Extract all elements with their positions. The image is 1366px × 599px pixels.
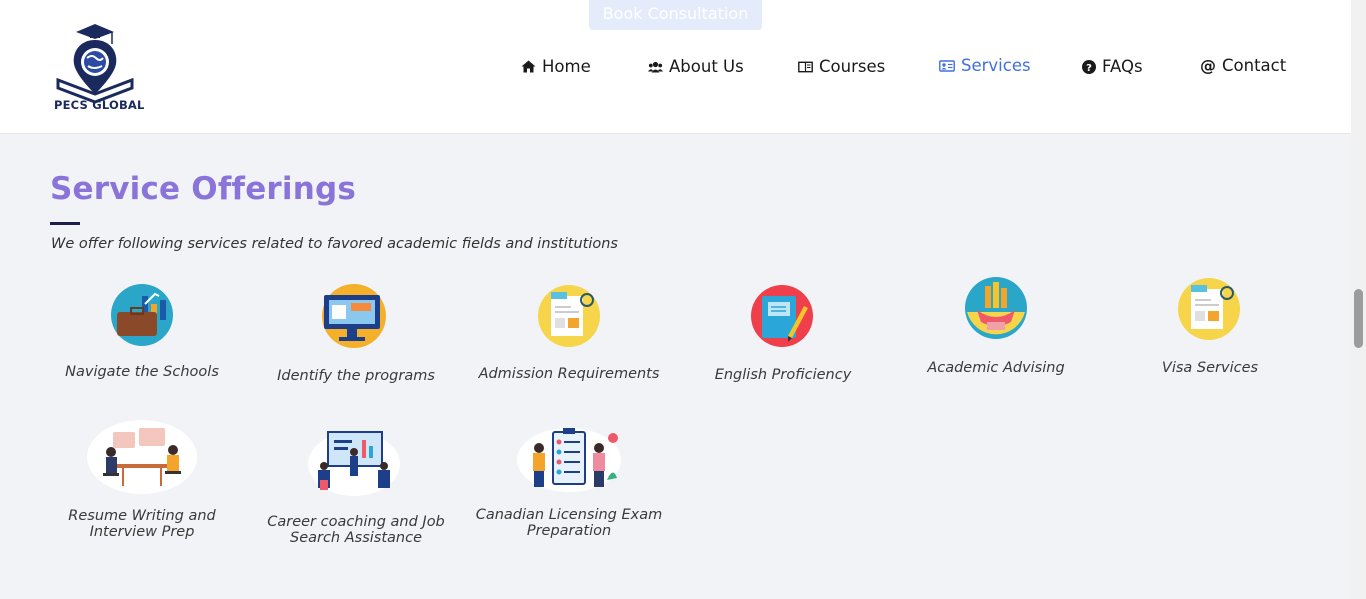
scrollbar-thumb[interactable] (1354, 289, 1363, 348)
service-label: Academic Advising (927, 360, 1065, 376)
computer-monitor-icon (322, 284, 386, 348)
nav-courses-label: Courses (819, 57, 886, 76)
logo-text: PECS GLOBAL (54, 98, 145, 112)
checklist-illustration-icon (517, 428, 621, 492)
notebook-pen-icon (751, 285, 813, 347)
nav-contact-label: Contact (1222, 56, 1287, 75)
nav-courses[interactable]: Courses (798, 57, 885, 76)
service-label: Identify the programs (277, 368, 435, 384)
service-label: Career coaching and Job Search Assistanc… (267, 514, 445, 546)
site-header: Book Consultation PECS GLOBAL Home About… (0, 0, 1351, 134)
nav-about-us[interactable]: About Us (648, 57, 744, 76)
nav-services-label: Services (961, 56, 1031, 75)
nav-home-label: Home (542, 57, 591, 76)
question-circle-icon: ? (1082, 59, 1096, 74)
service-label: Resume Writing and Interview Prep (68, 508, 216, 540)
trophy-icon (965, 277, 1027, 339)
home-icon (521, 60, 536, 73)
at-icon: @ (1200, 56, 1216, 75)
book-consultation-label: Book Consultation (602, 4, 749, 23)
newspaper-icon (538, 285, 600, 347)
interview-illustration-icon (87, 420, 197, 494)
users-icon (648, 61, 663, 72)
page-title: Service Offerings (50, 171, 357, 207)
nav-services[interactable]: Services (939, 56, 1031, 75)
svg-text:?: ? (1086, 63, 1092, 74)
service-label: Navigate the Schools (65, 364, 219, 380)
nav-contact[interactable]: @ Contact (1200, 56, 1286, 75)
presentation-illustration-icon (308, 431, 400, 496)
nav-home[interactable]: Home (521, 57, 591, 76)
nav-about-us-label: About Us (669, 57, 744, 76)
nav-faqs-label: FAQs (1102, 57, 1143, 76)
service-label: Admission Requirements (478, 366, 660, 382)
newspaper-icon (1178, 278, 1240, 340)
title-underline (50, 222, 80, 225)
book-icon (798, 61, 813, 72)
nav-faqs[interactable]: ? FAQs (1082, 57, 1143, 76)
id-card-icon (939, 59, 955, 72)
vertical-scrollbar[interactable] (1351, 0, 1366, 599)
service-label: English Proficiency (714, 367, 852, 383)
briefcase-chart-icon (111, 284, 173, 346)
service-label: Visa Services (1161, 360, 1259, 376)
page-subtitle: We offer following services related to f… (51, 236, 618, 252)
book-consultation-button[interactable]: Book Consultation (589, 0, 762, 30)
service-label: Canadian Licensing Exam Preparation (475, 507, 663, 539)
